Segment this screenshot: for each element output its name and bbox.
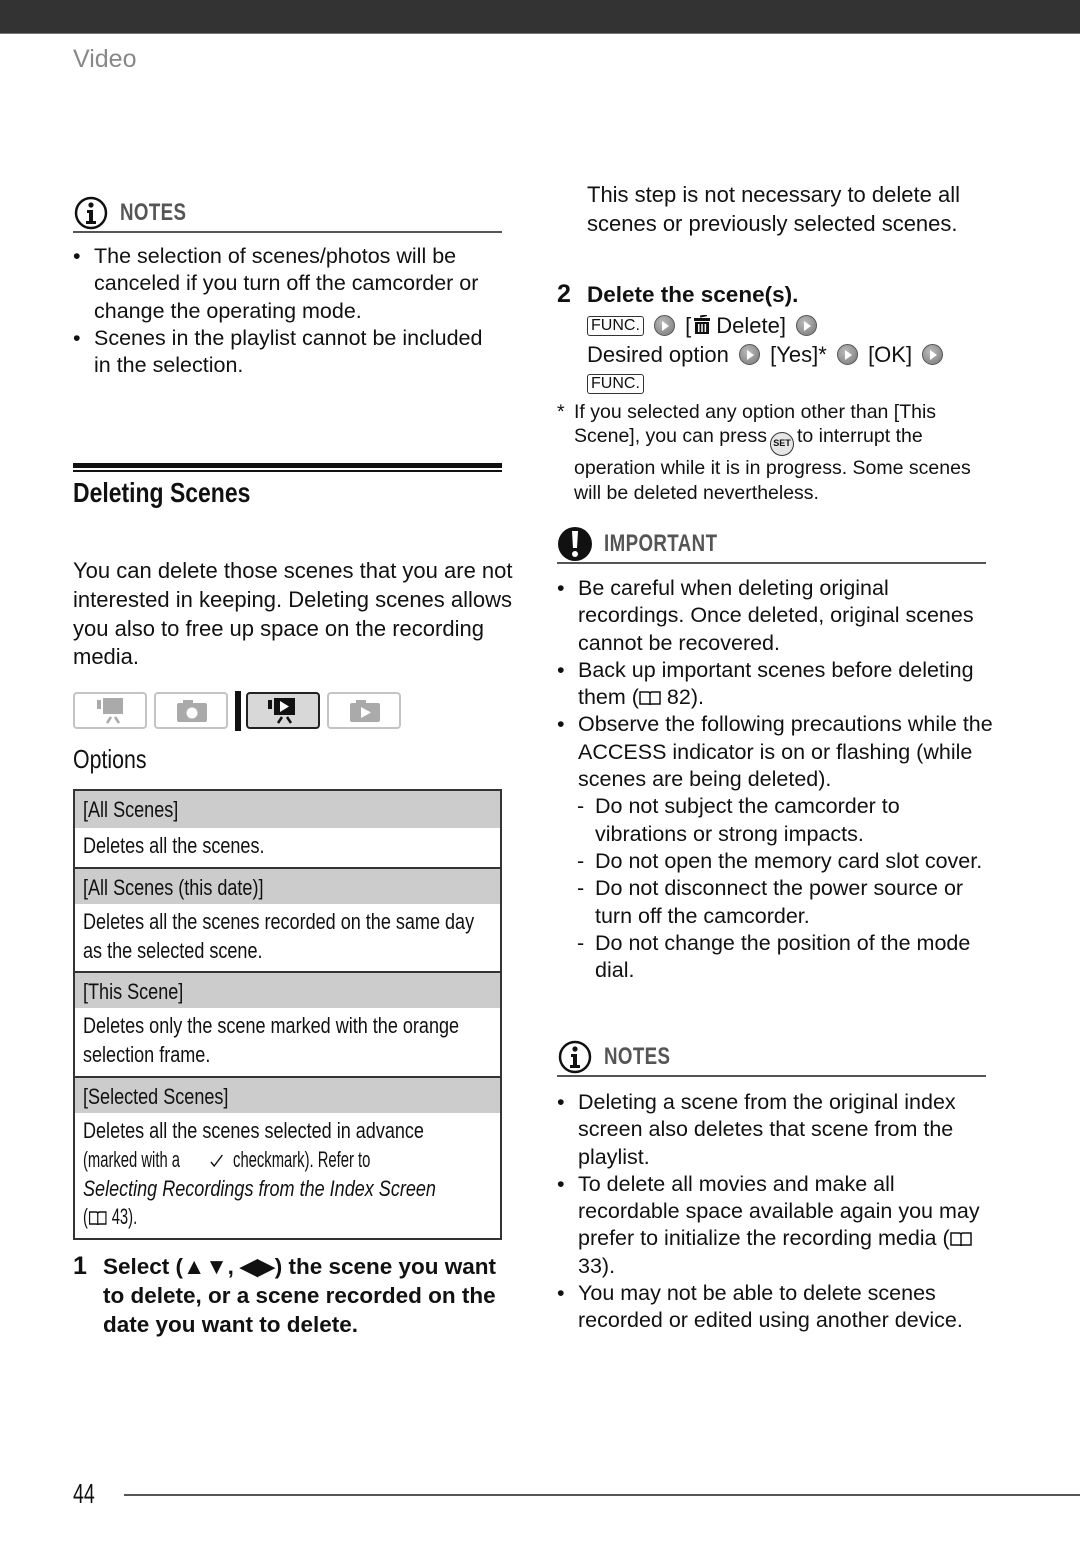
up-down-arrows-icon: ▲▼ <box>183 1254 228 1279</box>
option-description: Deletes only the scene marked with the o… <box>75 1008 500 1076</box>
mode-icons <box>73 691 403 731</box>
option-name: [All Scenes (this date)] <box>75 866 500 904</box>
note-item: You may not be able to delete scenes rec… <box>557 1280 997 1335</box>
important-item: Observe the following precautions while … <box>557 711 997 793</box>
page-number: 44 <box>73 1478 95 1509</box>
info-icon <box>74 196 108 230</box>
left-right-arrows-icon: ◀▶ <box>240 1254 275 1279</box>
exclamation-icon <box>558 527 592 561</box>
arrow-right-icon <box>739 343 760 365</box>
option-row: [Selected Scenes] Deletes all the scenes… <box>75 1075 500 1239</box>
arrow-right-icon <box>796 315 818 336</box>
precaution-item: Do not subject the camcorder to vibratio… <box>557 793 997 848</box>
notes-title: NOTES <box>120 199 187 226</box>
note-item: Deleting a scene from the original index… <box>557 1089 997 1171</box>
notes-title: NOTES <box>604 1043 671 1070</box>
notes-list: The selection of scenes/photos will be c… <box>73 243 503 379</box>
option-description: Deletes all the scenes. <box>75 828 500 867</box>
option-description: Deletes all the scenes recorded on the s… <box>75 903 500 972</box>
options-heading: Options <box>73 744 147 774</box>
section-label: Video <box>73 45 137 73</box>
option-row: [All Scenes] Deletes all the scenes. <box>75 791 500 867</box>
info-icon <box>558 1040 592 1074</box>
note-item: Scenes in the playlist cannot be include… <box>73 325 503 380</box>
step-1-note: This step is not necessary to delete all… <box>587 182 960 236</box>
step-number: 1 <box>73 1252 87 1280</box>
step-title: Delete the scene(s). <box>587 282 799 307</box>
important-item: Back up important scenes before deleting… <box>557 657 997 712</box>
func-button[interactable]: FUNC. <box>587 316 644 336</box>
arrow-right-icon <box>922 343 944 365</box>
arrow-right-icon <box>836 343 858 365</box>
section-rule <box>73 463 502 468</box>
set-button-icon: SET <box>769 432 794 457</box>
option-name: [Selected Scenes] <box>75 1075 500 1113</box>
important-title: IMPORTANT <box>604 530 718 557</box>
section-rule-thin <box>73 470 502 472</box>
step-2: 2 Delete the scene(s). <box>557 280 997 310</box>
important-list: Be careful when deleting original record… <box>557 575 997 984</box>
delete-menu-item: Delete] <box>716 313 786 338</box>
option-name: [This Scene] <box>75 971 500 1009</box>
step-number: 2 <box>557 280 571 308</box>
option-row: [This Scene] Deletes only the scene mark… <box>75 971 500 1076</box>
mode-separator <box>235 691 241 731</box>
option-description: Deletes all the scenes selected in advan… <box>75 1112 500 1239</box>
step-text: Select (▲▼, ◀▶) the scene you want to de… <box>103 1254 497 1337</box>
step-1: 1 Select (▲▼, ◀▶) the scene you want to … <box>73 1252 513 1372</box>
cross-reference-link[interactable]: Selecting Recordings from the Index Scre… <box>83 1175 436 1204</box>
important-header: IMPORTANT <box>557 524 986 564</box>
movie-playback-mode-icon <box>246 692 320 729</box>
option-name: [All Scenes] <box>75 791 500 828</box>
option-row: [All Scenes (this date)] Deletes all the… <box>75 866 500 972</box>
important-item: Be careful when deleting original record… <box>557 575 997 657</box>
notes-header: NOTES <box>73 193 502 233</box>
photo-record-mode-icon <box>154 692 228 729</box>
step-2-sequence: FUNC. [Delete] Desired option [Yes]* [OK… <box>587 312 1007 398</box>
arrow-right-icon <box>654 315 676 336</box>
notes-header: NOTES <box>557 1037 986 1077</box>
intro-paragraph: You can delete those scenes that you are… <box>73 558 513 670</box>
trash-icon <box>694 314 711 334</box>
checkmark-icon <box>210 1154 224 1167</box>
precaution-item: Do not change the position of the mode d… <box>557 930 997 985</box>
photo-playback-mode-icon <box>327 692 401 729</box>
movie-record-mode-icon <box>73 692 147 729</box>
top-bar <box>0 0 1080 34</box>
options-table: [All Scenes] Deletes all the scenes. [Al… <box>73 789 502 1241</box>
book-icon <box>89 1211 107 1226</box>
precaution-item: Do not disconnect the power source or tu… <box>557 875 997 930</box>
notes-list: Deleting a scene from the original index… <box>557 1089 997 1335</box>
note-item: To delete all movies and make all record… <box>557 1171 997 1280</box>
note-item: The selection of scenes/photos will be c… <box>73 243 503 325</box>
book-icon <box>949 1232 972 1247</box>
footer-rule <box>124 1494 1080 1496</box>
book-icon <box>639 691 661 706</box>
section-heading: Deleting Scenes <box>73 477 251 508</box>
precaution-item: Do not open the memory card slot cover. <box>557 848 997 876</box>
func-button[interactable]: FUNC. <box>587 373 644 394</box>
